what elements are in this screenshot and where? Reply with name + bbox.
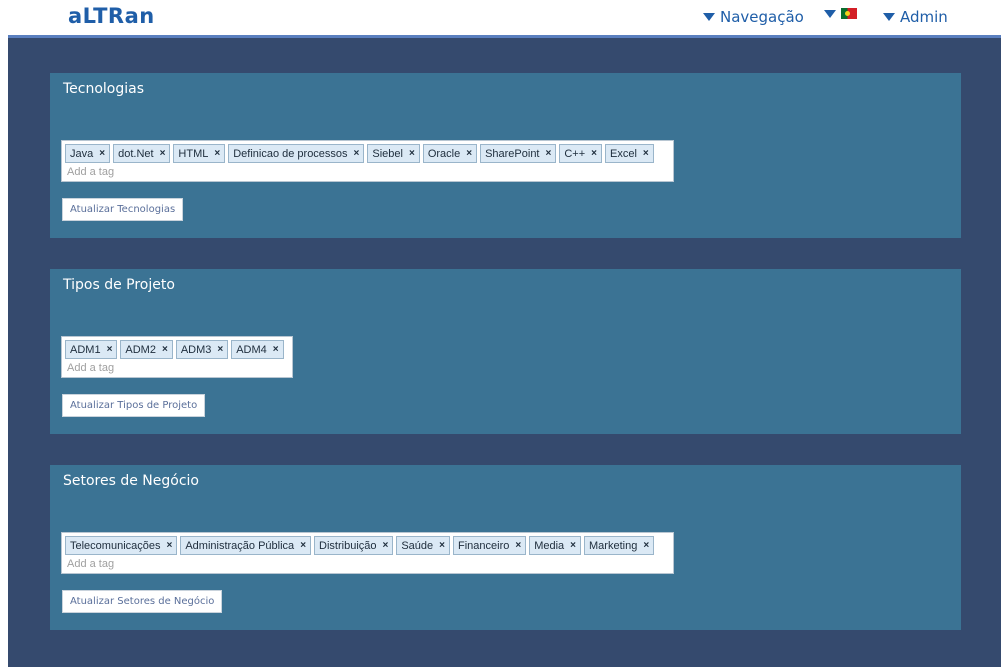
tag-label: Media: [534, 539, 565, 552]
tag: ADM4 ×: [231, 340, 284, 359]
tipos-de-projeto-panel: Tipos de Projeto ADM1 × ADM2 × ADM3 × ADM4 ×…: [50, 269, 961, 434]
tag: Java ×: [65, 144, 111, 163]
remove-tag-icon[interactable]: ×: [466, 148, 472, 159]
navigation-label: Navegação: [720, 8, 804, 26]
tag-label: ADM4: [236, 343, 267, 356]
tag-label: Marketing: [589, 539, 638, 552]
tag: Oracle ×: [422, 144, 478, 163]
panel-title: Setores de Negócio: [63, 473, 200, 489]
tag-label: Distribuição: [319, 539, 377, 552]
remove-tag-icon[interactable]: ×: [107, 344, 113, 355]
remove-tag-icon[interactable]: ×: [273, 344, 279, 355]
tag: Telecomunicações ×: [65, 536, 178, 555]
tags-input-box[interactable]: Java × dot.Net × HTML × Definicao de proces…: [61, 140, 674, 182]
update-tipos-de-projeto-button[interactable]: Atualizar Tipos de Projeto: [62, 394, 206, 417]
portugal-flag-icon: [841, 8, 857, 19]
tag-label: ADM1: [70, 343, 101, 356]
tag: dot.Net ×: [113, 144, 171, 163]
tag: C++ ×: [559, 144, 602, 163]
tag-label: Excel: [609, 147, 637, 160]
tag: Marketing ×: [584, 536, 655, 555]
navigation-menu[interactable]: Navegação: [703, 8, 804, 26]
altran-logo[interactable]: aLTRan: [68, 4, 155, 28]
add-tag-input[interactable]: [65, 555, 269, 571]
tag: Excel ×: [604, 144, 654, 163]
tag-label: Siebel: [372, 147, 403, 160]
remove-tag-icon[interactable]: ×: [570, 540, 576, 551]
top-navbar: aLTRan Navegação Admin: [0, 0, 1001, 35]
remove-tag-icon[interactable]: ×: [354, 148, 360, 159]
update-tecnologias-button[interactable]: Atualizar Tecnologias: [62, 198, 184, 221]
tag: Definicao de processos ×: [228, 144, 365, 163]
tag-label: ADM2: [125, 343, 156, 356]
tags-input-box[interactable]: Telecomunicações × Administração Pública ×…: [61, 532, 674, 574]
remove-tag-icon[interactable]: ×: [217, 344, 223, 355]
tag: ADM2 ×: [120, 340, 173, 359]
tag: Administração Pública ×: [180, 536, 312, 555]
remove-tag-icon[interactable]: ×: [162, 344, 168, 355]
remove-tag-icon[interactable]: ×: [167, 540, 173, 551]
main-content: Tecnologias Java × dot.Net × HTML × Definic…: [8, 35, 1001, 667]
tag-label: SharePoint: [485, 147, 540, 160]
remove-tag-icon[interactable]: ×: [300, 540, 306, 551]
tag: ADM1 ×: [65, 340, 118, 359]
remove-tag-icon[interactable]: ×: [643, 540, 649, 551]
tags-list: ADM1 × ADM2 × ADM3 × ADM4 ×: [65, 340, 289, 359]
panel-title: Tecnologias: [63, 81, 145, 97]
caret-down-icon: [703, 13, 715, 21]
tags-list: Telecomunicações × Administração Pública ×…: [65, 536, 670, 555]
remove-tag-icon[interactable]: ×: [515, 540, 521, 551]
admin-label: Admin: [900, 8, 948, 26]
tag: ADM3 ×: [175, 340, 229, 359]
tag: SharePoint ×: [480, 144, 557, 163]
caret-down-icon: [824, 9, 836, 18]
tag-label: Oracle: [427, 147, 461, 160]
tag-label: Java: [70, 147, 94, 160]
tag-label: C++: [564, 147, 586, 160]
tecnologias-panel: Tecnologias Java × dot.Net × HTML × Definic…: [50, 73, 961, 238]
language-menu[interactable]: [824, 8, 857, 19]
remove-tag-icon[interactable]: ×: [643, 148, 649, 159]
tags-list: Java × dot.Net × HTML × Definicao de proces…: [65, 144, 670, 163]
tag-label: HTML: [178, 147, 209, 160]
tag-label: Financeiro: [458, 539, 510, 552]
add-tag-input[interactable]: [65, 359, 269, 375]
remove-tag-icon[interactable]: ×: [99, 148, 105, 159]
remove-tag-icon[interactable]: ×: [409, 148, 415, 159]
tag: Saúde ×: [396, 536, 450, 555]
tag: HTML ×: [173, 144, 226, 163]
panel-title: Tipos de Projeto: [63, 277, 175, 293]
remove-tag-icon[interactable]: ×: [214, 148, 220, 159]
tags-input-box[interactable]: ADM1 × ADM2 × ADM3 × ADM4 ×: [61, 336, 293, 378]
tag: Media ×: [529, 536, 582, 555]
remove-tag-icon[interactable]: ×: [439, 540, 445, 551]
caret-down-icon: [883, 13, 895, 21]
remove-tag-icon[interactable]: ×: [546, 148, 552, 159]
update-setores-de-negocio-button[interactable]: Atualizar Setores de Negócio: [62, 590, 223, 613]
tag-label: Telecomunicações: [70, 539, 161, 552]
remove-tag-icon[interactable]: ×: [160, 148, 166, 159]
tag: Financeiro ×: [453, 536, 527, 555]
tag: Distribuição ×: [314, 536, 394, 555]
add-tag-input[interactable]: [65, 163, 269, 179]
remove-tag-icon[interactable]: ×: [591, 148, 597, 159]
admin-menu[interactable]: Admin: [883, 8, 948, 26]
tag: Siebel ×: [367, 144, 420, 163]
remove-tag-icon[interactable]: ×: [383, 540, 389, 551]
tag-label: ADM3: [180, 343, 212, 356]
tag-label: dot.Net: [118, 147, 154, 160]
tag-label: Definicao de processos: [233, 147, 348, 160]
tag-label: Administração Pública: [185, 539, 295, 552]
tag-label: Saúde: [401, 539, 434, 552]
setores-de-negocio-panel: Setores de Negócio Telecomunicações × Adm…: [50, 465, 961, 630]
